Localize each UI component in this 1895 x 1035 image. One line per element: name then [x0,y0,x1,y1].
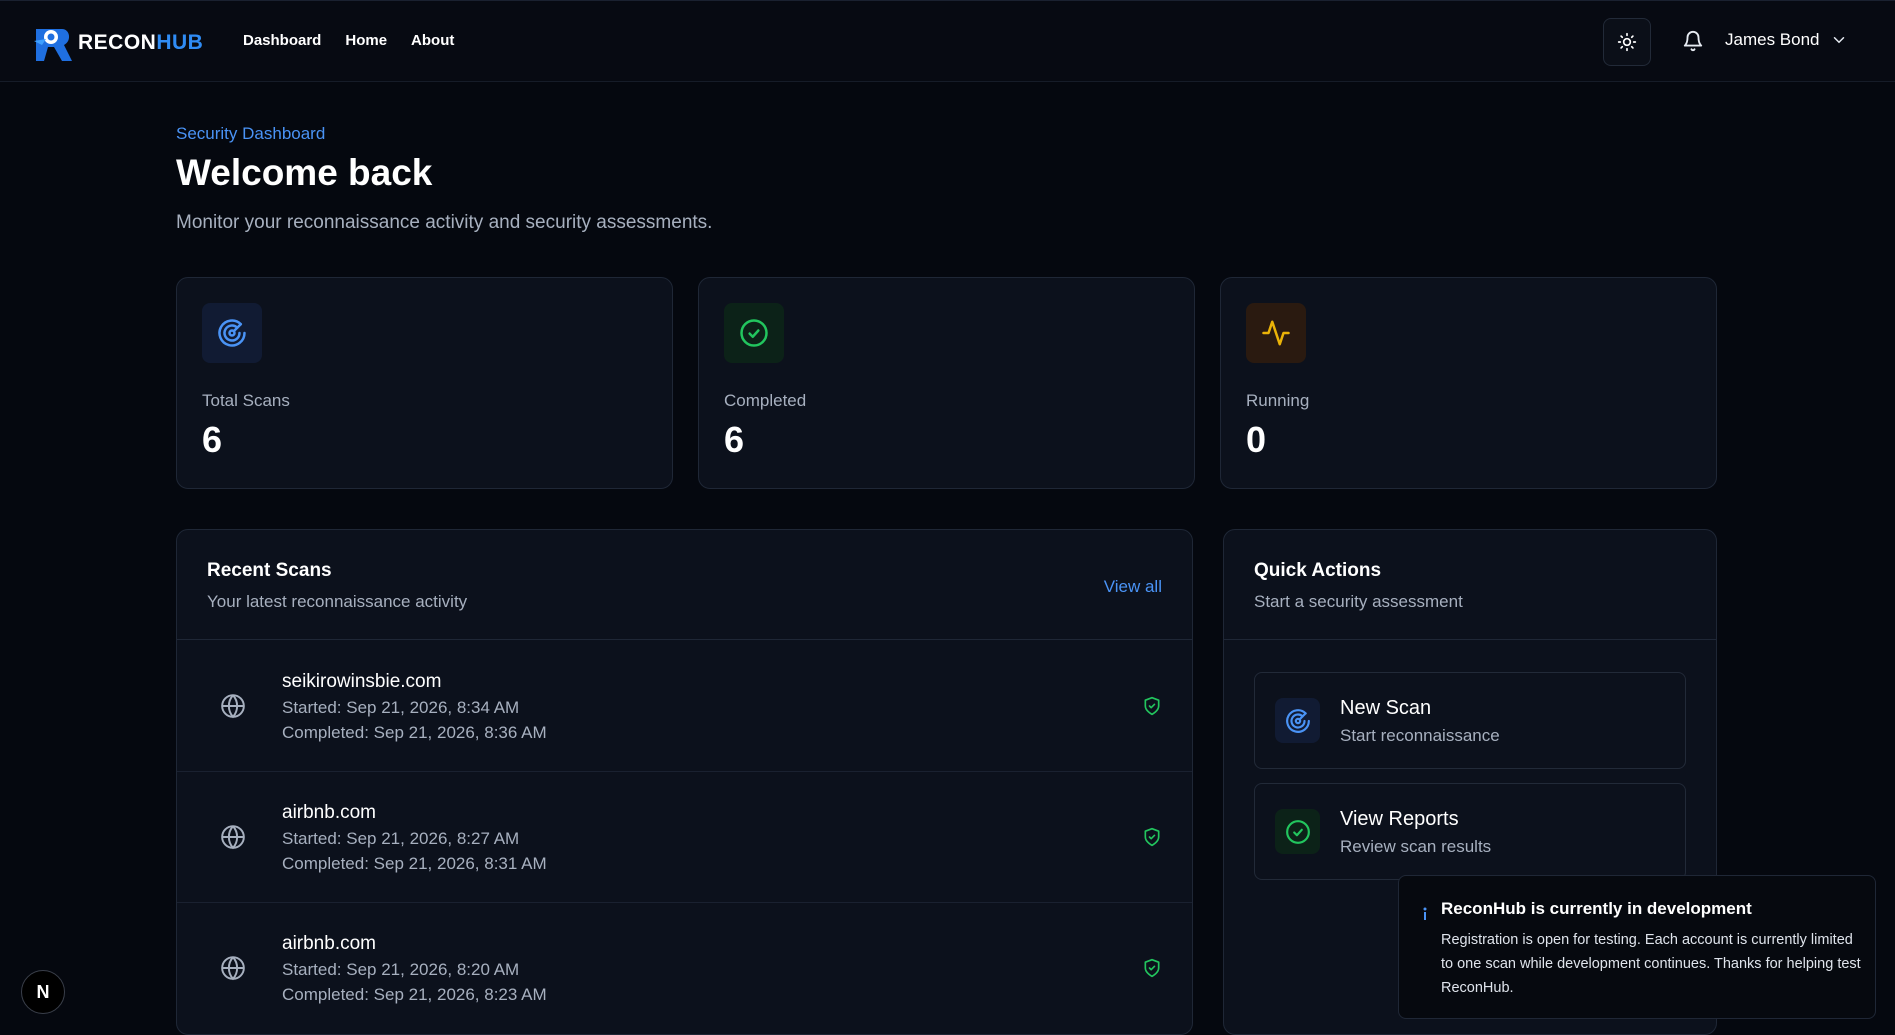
stat-label: Running [1246,391,1310,410]
brand-name-part1: RECON [78,31,157,54]
check-circle-icon [1285,819,1310,844]
scan-domain: airbnb.com [282,802,376,823]
dev-tools-badge[interactable]: N [21,970,65,1014]
action-title: New Scan [1340,697,1432,719]
page-title: Welcome back [176,152,433,193]
brand-name-part2: HUB [156,31,204,54]
stat-value: 6 [202,419,223,460]
panel-subtitle: Your latest reconnaissance activity [207,592,468,611]
scan-started: Started: Sep 21, 2026, 8:34 AM [282,698,520,717]
brand-logo[interactable]: RECONHUB [32,21,203,65]
stat-value: 6 [724,419,745,460]
activity-icon [1262,320,1290,346]
toast-body: Registration is open for testing. Each a… [1441,932,1861,996]
scan-started: Started: Sep 21, 2026, 8:20 AM [282,960,520,979]
stat-card-running: Running 0 [1220,277,1717,489]
radar-icon [218,319,246,347]
scan-completed: Completed: Sep 21, 2026, 8:31 AM [282,854,547,873]
panel-title: Recent Scans [207,560,332,581]
stat-icon-wrap [724,303,784,363]
nav-home[interactable]: Home [345,32,387,49]
shield-check-icon [1144,696,1160,716]
scan-completed: Completed: Sep 21, 2026, 8:23 AM [282,985,547,1004]
scan-domain: seikirowinsbie.com [282,671,442,692]
action-subtitle: Review scan results [1340,837,1492,856]
stat-value: 0 [1246,419,1267,460]
sun-icon [1617,32,1637,52]
recent-scans-panel: Recent Scans Your latest reconnaissance … [176,529,1193,1035]
scan-completed: Completed: Sep 21, 2026, 8:36 AM [282,723,547,742]
globe-icon [221,956,245,981]
check-circle-icon [740,319,768,347]
quick-actions-header: Quick Actions Start a security assessmen… [1224,530,1716,640]
globe-icon [221,694,245,719]
page-eyebrow: Security Dashboard [176,124,326,143]
stat-label: Completed [724,391,807,410]
nav-dashboard[interactable]: Dashboard [243,32,321,49]
notifications-button[interactable] [1682,30,1704,57]
action-subtitle: Start reconnaissance [1340,726,1500,745]
user-name: James Bond [1725,30,1820,49]
stat-icon-wrap [1246,303,1306,363]
top-navigation-bar: RECONHUB Dashboard Home About James Bond [0,0,1895,82]
new-scan-button[interactable]: New Scan Start reconnaissance [1254,672,1686,769]
view-all-link[interactable]: View all [1104,577,1162,597]
view-reports-button[interactable]: View Reports Review scan results [1254,783,1686,880]
scan-row[interactable]: seikirowinsbie.com Started: Sep 21, 2026… [177,641,1192,772]
theme-toggle-button[interactable] [1603,18,1651,66]
dev-badge-letter: N [36,981,50,1002]
nav-about[interactable]: About [411,32,454,49]
logo-mark-icon [34,29,72,61]
scan-domain: airbnb.com [282,933,376,954]
info-icon [1423,907,1427,920]
toast-title: ReconHub is currently in development [1441,899,1752,918]
action-icon-wrap [1275,809,1320,854]
user-menu[interactable]: James Bond [1725,30,1848,50]
radar-icon [1285,708,1310,733]
scan-started: Started: Sep 21, 2026, 8:27 AM [282,829,520,848]
brand-name: RECONHUB [78,31,203,55]
scan-row[interactable]: airbnb.com Started: Sep 21, 2026, 8:27 A… [177,772,1192,903]
stat-card-completed: Completed 6 [698,277,1195,489]
page-subtitle: Monitor your reconnaissance activity and… [176,212,713,233]
dev-notice-toast: ReconHub is currently in development Reg… [1398,875,1876,1019]
stat-card-total-scans: Total Scans 6 [176,277,673,489]
bell-icon [1683,31,1703,52]
globe-icon [221,825,245,850]
shield-check-icon [1144,958,1160,978]
recent-scans-header: Recent Scans Your latest reconnaissance … [177,530,1192,640]
main-nav: Dashboard Home About [243,32,454,49]
chevron-down-icon [1833,37,1844,44]
panel-title: Quick Actions [1254,560,1382,581]
panel-subtitle: Start a security assessment [1254,592,1463,611]
scan-row[interactable]: airbnb.com Started: Sep 21, 2026, 8:20 A… [177,903,1192,1034]
stat-icon-wrap [202,303,262,363]
action-icon-wrap [1275,698,1320,743]
shield-check-icon [1144,827,1160,847]
stat-label: Total Scans [202,391,290,410]
action-title: View Reports [1340,808,1459,830]
